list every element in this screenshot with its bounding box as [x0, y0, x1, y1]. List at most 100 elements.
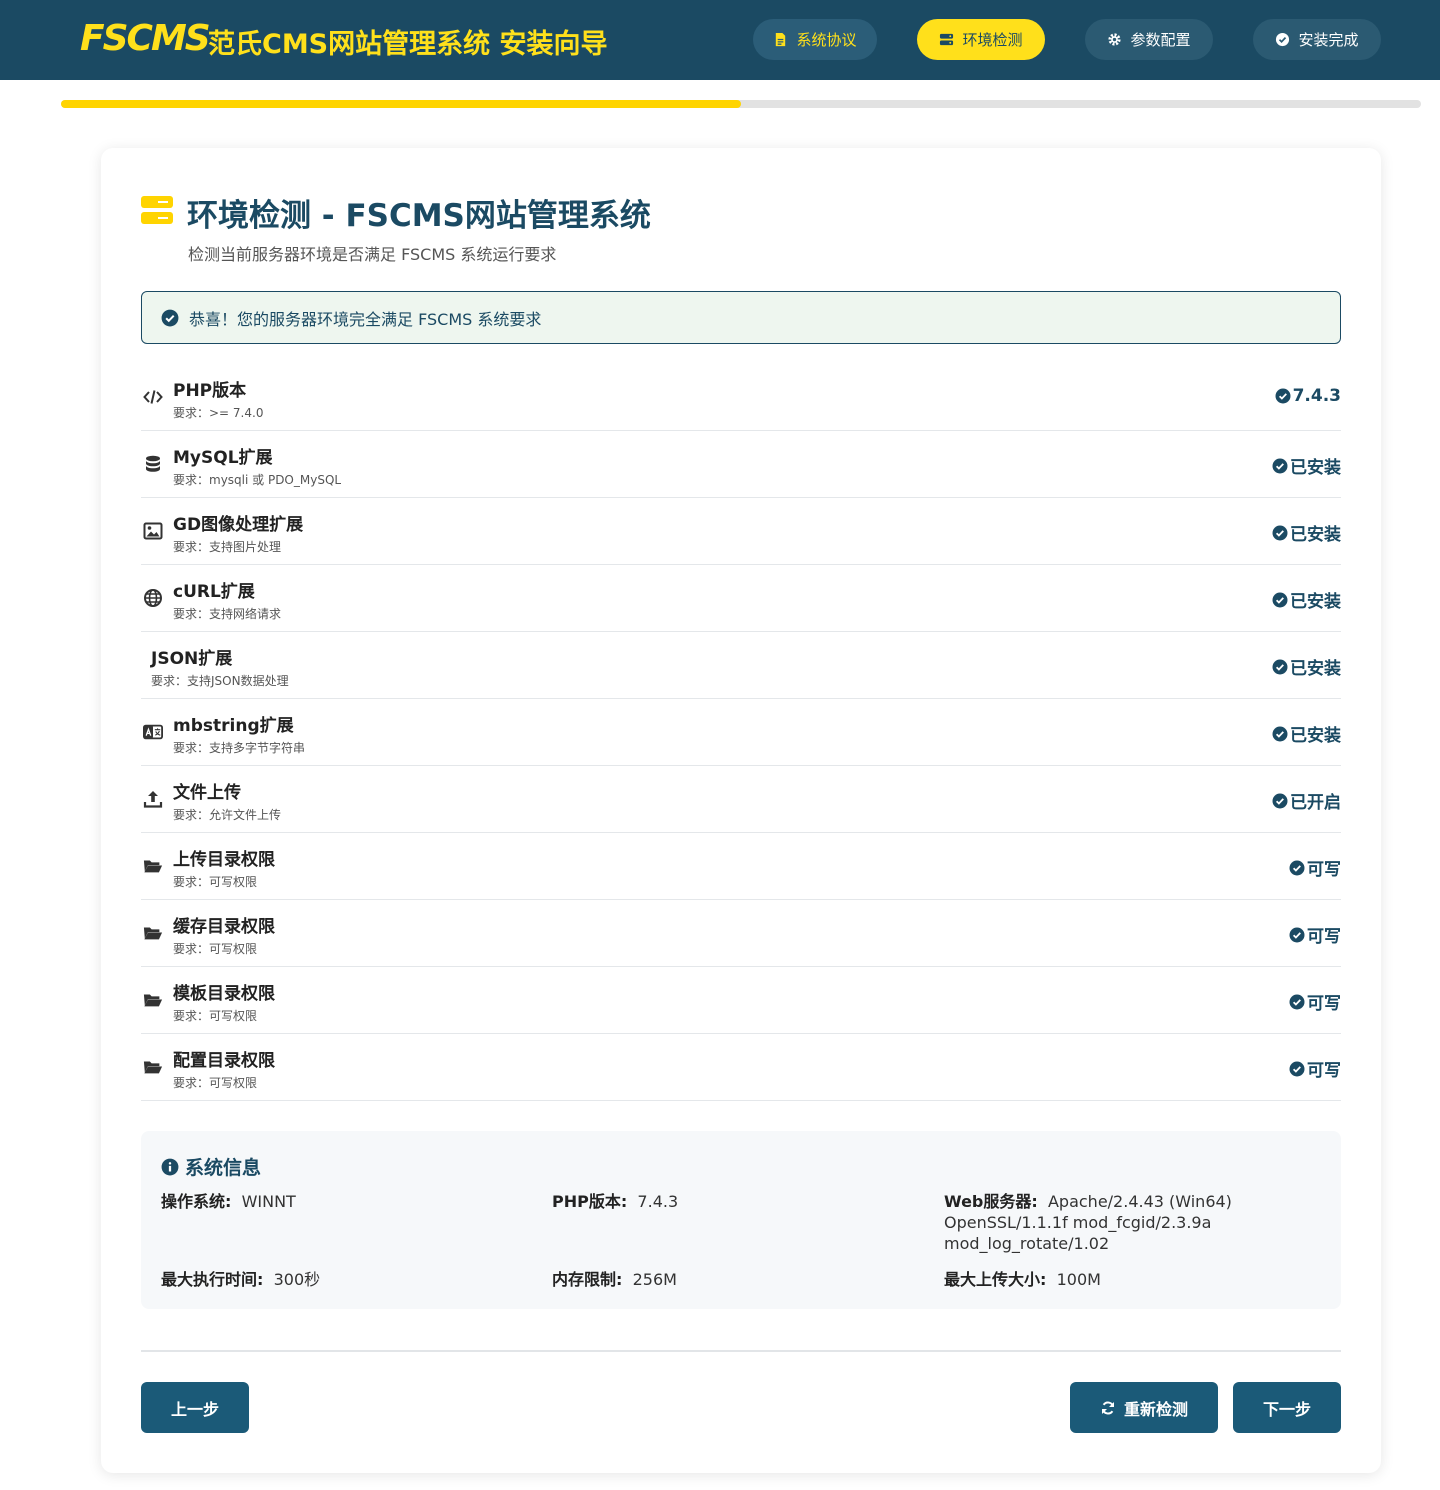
info-os: 操作系统: WINNT: [161, 1192, 296, 1211]
check-requirement: 要求：支持网络请求: [173, 606, 282, 621]
check-circle-icon: [1289, 927, 1305, 942]
step-label: 环境检测: [962, 31, 1023, 49]
divider: [141, 1350, 1341, 1352]
install-progress-bar: [61, 100, 1421, 108]
check-requirement: 要求：>= 7.4.0: [173, 405, 264, 420]
check-status: 7.4.3: [1275, 386, 1341, 406]
logo: FSCMS: [80, 18, 211, 59]
check-row-php: PHP版本要求：>= 7.4.0 7.4.3: [141, 364, 1341, 431]
check-name: 缓存目录权限: [173, 916, 275, 937]
gear-icon: [1108, 33, 1122, 46]
code-icon: [141, 385, 165, 409]
folder-open-icon: [141, 988, 165, 1012]
check-name: GD图像处理扩展: [173, 514, 304, 535]
check-row-json: JSON扩展要求：支持JSON数据处理 已安装: [141, 632, 1341, 699]
app-title: 范氏CMS网站管理系统 安装向导: [208, 29, 608, 60]
check-name: JSON扩展: [151, 648, 233, 669]
check-row-upload-dir: 上传目录权限要求：可写权限 可写: [141, 833, 1341, 900]
check-row-mysql: MySQL扩展要求：mysqli 或 PDO_MySQL 已安装: [141, 431, 1341, 498]
info-max-exec: 最大执行时间: 300秒: [161, 1270, 321, 1289]
step-environment[interactable]: 环境检测: [917, 19, 1045, 60]
check-circle-icon: [1272, 659, 1288, 674]
file-contract-icon: [776, 32, 786, 47]
language-icon: [141, 720, 165, 744]
step-label: 参数配置: [1130, 31, 1191, 49]
alert-message: 恭喜！您的服务器环境完全满足 FSCMS 系统要求: [189, 309, 542, 329]
server-icon: [940, 33, 954, 46]
check-circle-icon: [161, 309, 179, 326]
step-complete[interactable]: 安装完成: [1253, 19, 1381, 60]
image-icon: [141, 519, 165, 543]
check-circle-icon: [1289, 1061, 1305, 1076]
check-status: 可写: [1289, 855, 1341, 880]
info-circle-icon: [161, 1158, 179, 1175]
check-requirement: 要求：支持JSON数据处理: [151, 673, 289, 688]
check-name: 文件上传: [173, 782, 241, 803]
check-circle-icon: [1276, 32, 1290, 47]
info-web-server: Web服务器: Apache/2.4.43 (Win64) OpenSSL/1.…: [944, 1192, 1232, 1253]
check-status: 已开启: [1272, 788, 1341, 813]
check-circle-icon: [1272, 592, 1288, 607]
server-icon: [141, 196, 173, 224]
step-config[interactable]: 参数配置: [1085, 19, 1213, 60]
check-row-config-dir: 配置目录权限要求：可写权限 可写: [141, 1034, 1341, 1101]
prev-button[interactable]: 上一步: [141, 1382, 249, 1433]
check-name: 上传目录权限: [173, 849, 275, 870]
check-status: 可写: [1289, 989, 1341, 1014]
check-requirement: 要求：可写权限: [173, 874, 258, 889]
content-card: 环境检测 - FSCMS网站管理系统 检测当前服务器环境是否满足 FSCMS 系…: [101, 148, 1381, 1473]
check-status: 已安装: [1272, 654, 1341, 679]
check-status: 已安装: [1272, 587, 1341, 612]
info-php: PHP版本: 7.4.3: [552, 1192, 679, 1211]
folder-open-icon: [141, 854, 165, 878]
success-alert: 恭喜！您的服务器环境完全满足 FSCMS 系统要求: [141, 291, 1341, 344]
check-row-gd: GD图像处理扩展要求：支持图片处理 已安装: [141, 498, 1341, 565]
check-name: 配置目录权限: [173, 1050, 275, 1071]
check-requirement: 要求：mysqli 或 PDO_MySQL: [173, 472, 342, 487]
check-status: 可写: [1289, 922, 1341, 947]
check-status: 可写: [1289, 1056, 1341, 1081]
check-requirement: 要求：可写权限: [173, 1075, 258, 1090]
info-upload-size: 最大上传大小: 100M: [944, 1270, 1101, 1289]
check-name: mbstring扩展: [173, 715, 294, 736]
upload-icon: [141, 787, 165, 811]
step-label: 系统协议: [796, 31, 857, 49]
next-button[interactable]: 下一步: [1233, 1382, 1341, 1433]
check-circle-icon: [1272, 525, 1288, 540]
check-status: 已安装: [1272, 721, 1341, 746]
check-requirement: 要求：可写权限: [173, 941, 258, 956]
check-circle-icon: [1289, 994, 1305, 1009]
info-memory: 内存限制: 256M: [552, 1270, 677, 1289]
check-row-template-dir: 模板目录权限要求：可写权限 可写: [141, 967, 1341, 1034]
check-row-mbstring: mbstring扩展要求：支持多字节字符串 已安装: [141, 699, 1341, 766]
check-requirement: 要求：可写权限: [173, 1008, 258, 1023]
folder-open-icon: [141, 921, 165, 945]
page-subtitle: 检测当前服务器环境是否满足 FSCMS 系统运行要求: [188, 245, 557, 264]
database-icon: [141, 452, 165, 476]
check-circle-icon: [1289, 860, 1305, 875]
check-circle-icon: [1275, 388, 1291, 404]
check-row-upload: 文件上传要求：允许文件上传 已开启: [141, 766, 1341, 833]
recheck-button[interactable]: 重新检测: [1070, 1382, 1218, 1433]
environment-check-list: PHP版本要求：>= 7.4.0 7.4.3 MySQL扩展要求：mysqli …: [141, 364, 1341, 1101]
check-name: cURL扩展: [173, 581, 255, 602]
check-name: MySQL扩展: [173, 447, 273, 468]
step-agreement[interactable]: 系统协议: [753, 19, 877, 60]
check-row-cache-dir: 缓存目录权限要求：可写权限 可写: [141, 900, 1341, 967]
check-status: 已安装: [1272, 520, 1341, 545]
top-header: FSCMS 范氏CMS网站管理系统 安装向导 系统协议 环境检测 参数配置 安装…: [0, 0, 1440, 80]
check-requirement: 要求：允许文件上传: [173, 807, 282, 822]
check-status: 已安装: [1272, 453, 1341, 478]
check-requirement: 要求：支持图片处理: [173, 539, 282, 554]
check-row-curl: cURL扩展要求：支持网络请求 已安装: [141, 565, 1341, 632]
check-requirement: 要求：支持多字节字符串: [173, 740, 306, 755]
check-circle-icon: [1272, 458, 1288, 473]
check-name: 模板目录权限: [173, 983, 275, 1004]
refresh-icon: [1101, 1400, 1114, 1415]
system-info-title: 系统信息: [161, 1153, 261, 1180]
check-name: PHP版本: [173, 380, 247, 401]
check-circle-icon: [1272, 726, 1288, 741]
progress-fill: [61, 100, 741, 108]
system-info-panel: 系统信息 操作系统: WINNT PHP版本: 7.4.3 Web服务器: Ap…: [141, 1131, 1341, 1309]
step-label: 安装完成: [1298, 31, 1359, 49]
